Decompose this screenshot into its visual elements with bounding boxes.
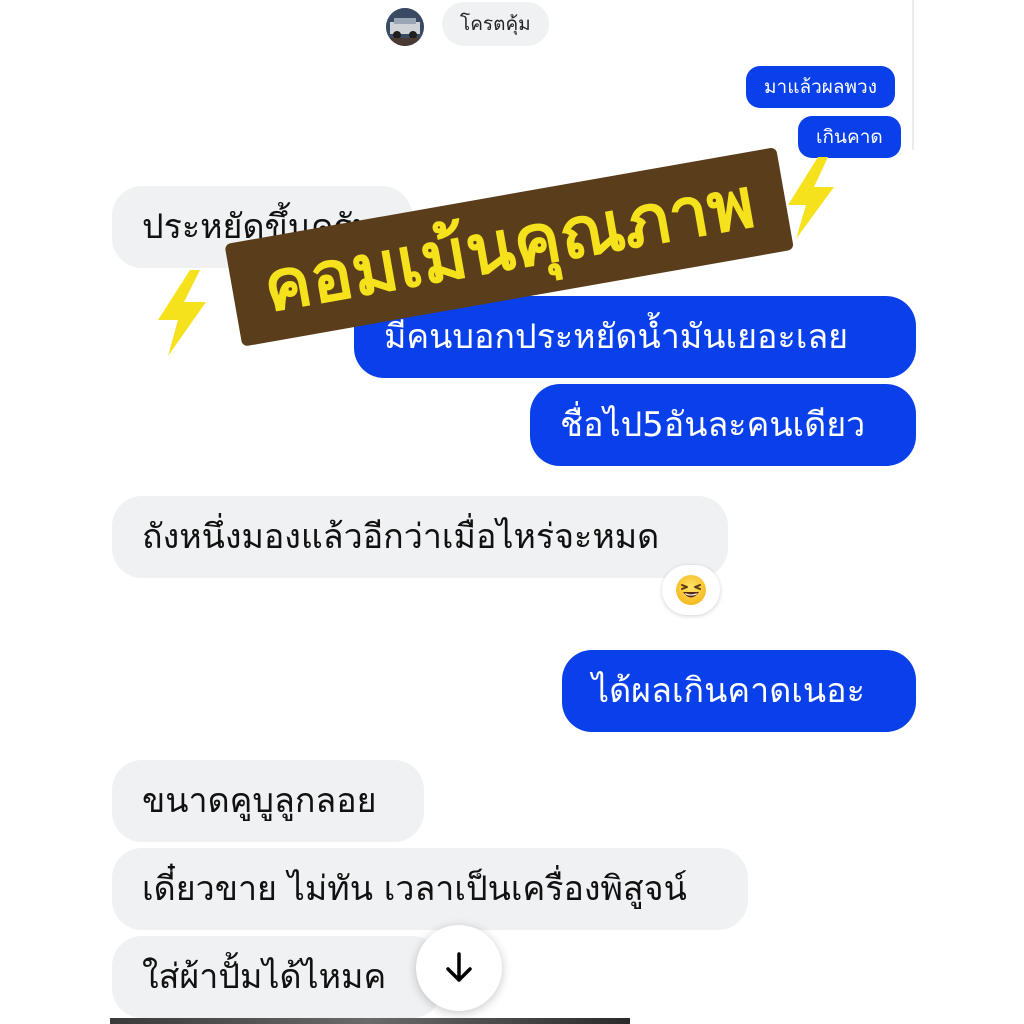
incoming-message[interactable]: เดี๋ยวขาย ไม่ทัน เวลาเป็นเครื่องพิสูจน์ [112, 848, 748, 930]
outgoing-message[interactable]: ชื่อไป5อันละคนเดียว [530, 384, 916, 466]
outgoing-message-small[interactable]: มาแล้วผลพวง [746, 66, 895, 108]
outgoing-message-small[interactable]: เกินคาด [798, 116, 901, 158]
grinning-squinting-face-icon [676, 575, 706, 605]
outgoing-message[interactable]: ได้ผลเกินคาดเนอะ [562, 650, 916, 732]
incoming-message[interactable]: ใส่ผ้าปั้มได้ไหมค [112, 936, 442, 1018]
divider [912, 0, 914, 150]
attachment-preview[interactable] [110, 1018, 630, 1024]
lightning-bolt-icon [150, 268, 212, 358]
incoming-message[interactable]: ขนาดคูบูลูกลอย [112, 760, 424, 842]
chat-screenshot: โครตคุ้ม มาแล้วผลพวง เกินคาด ประหยัดขึ้น… [0, 0, 1024, 1024]
reply-preview-bubble: โครตคุ้ม [442, 2, 549, 46]
reaction-badge[interactable] [662, 565, 720, 615]
arrow-down-icon [446, 952, 472, 982]
incoming-message[interactable]: ถังหนึ่งมองแล้วอีกว่าเมื่อไหร่จะหมด [112, 496, 728, 578]
avatar[interactable] [386, 8, 424, 46]
scroll-down-button[interactable] [416, 925, 502, 1011]
